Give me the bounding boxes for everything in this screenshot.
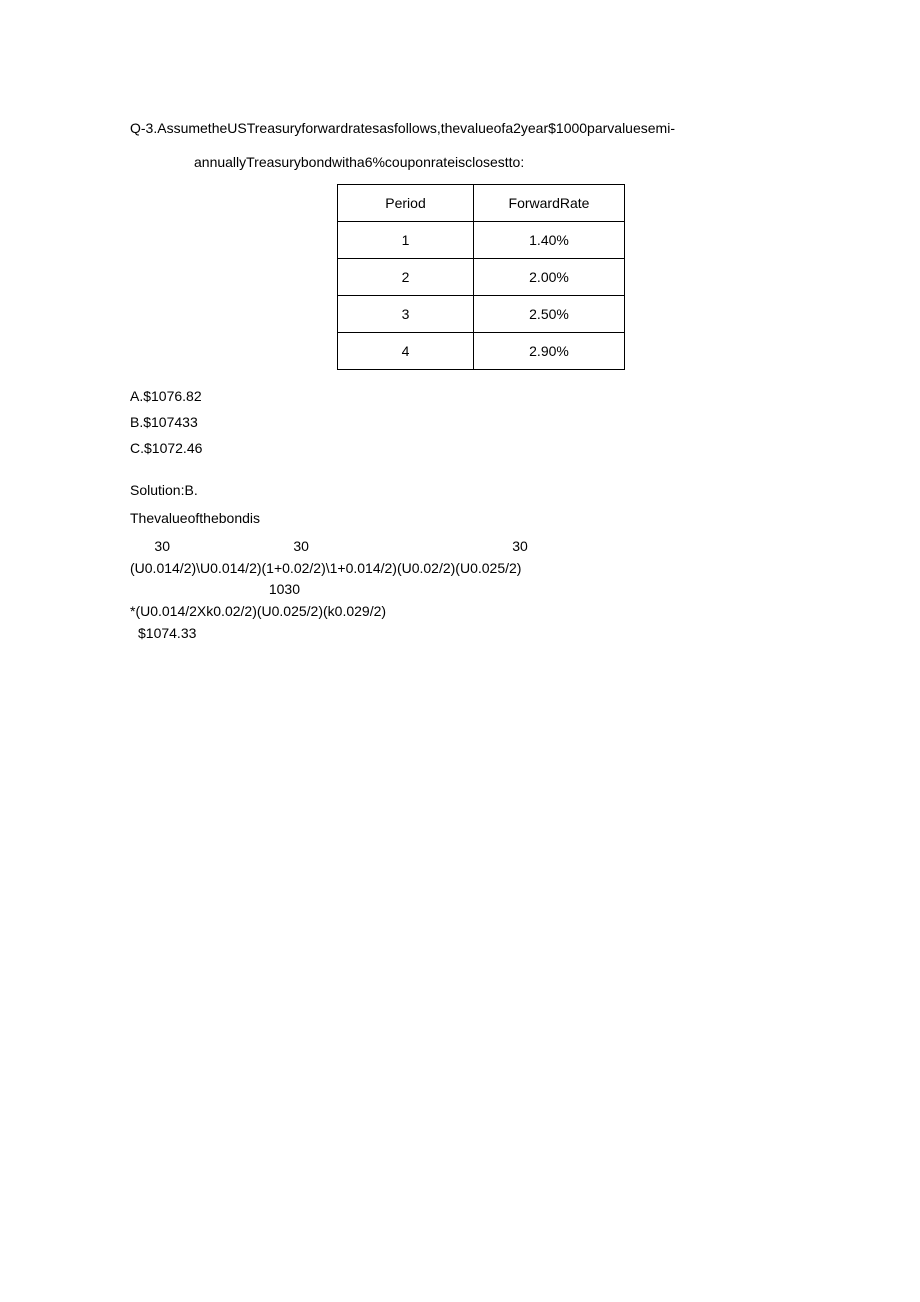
table-row: 3 2.50%: [338, 296, 625, 333]
intro-pre: Thevalue: [130, 510, 188, 526]
table-header-row: Period ForwardRate: [338, 185, 625, 222]
cell-period: 1: [338, 222, 474, 259]
formula-numerator-row-1: 30 30 30: [130, 536, 790, 558]
cell-period: 4: [338, 333, 474, 370]
question-line-2: annuallyTreasurybondwitha6%couponrateisc…: [194, 154, 790, 170]
cell-rate: 2.00%: [474, 259, 625, 296]
answer-a: A.$1076.82: [130, 388, 790, 404]
cell-rate: 2.50%: [474, 296, 625, 333]
num1030: 1030: [130, 579, 300, 601]
intro-bold: of: [188, 510, 200, 526]
formula-result: $1074.33: [130, 623, 790, 645]
num30-b: 30: [174, 536, 309, 558]
table-row: 2 2.00%: [338, 259, 625, 296]
formula-denominator-row-2: *(U0.014/2Xk0.02/2)(U0.025/2)(k0.029/2): [130, 601, 790, 623]
intro-post: thebondis: [199, 510, 260, 526]
cell-period: 3: [338, 296, 474, 333]
answer-choices: A.$1076.82 B.$107433 C.$1072.46: [130, 388, 790, 456]
formula-block: 30 30 30 (U0.014/2)\U0.014/2)(1+0.02/2)\…: [130, 536, 790, 644]
cell-rate: 1.40%: [474, 222, 625, 259]
question-number: Q-3.: [130, 120, 157, 136]
formula-denominator-row-1: (U0.014/2)\U0.014/2)(1+0.02/2)\1+0.014/2…: [130, 558, 790, 580]
solution-label: Solution:B.: [130, 482, 790, 498]
page-content: Q-3.AssumetheUSTreasuryforwardratesasfol…: [0, 0, 920, 644]
table-row: 4 2.90%: [338, 333, 625, 370]
question-text-1: AssumetheUSTreasuryforwardratesasfollows…: [157, 120, 675, 136]
table-header-rate: ForwardRate: [474, 185, 625, 222]
num30-c: 30: [313, 536, 528, 558]
num30-a: 30: [130, 536, 170, 558]
answer-c: C.$1072.46: [130, 440, 790, 456]
table-header-period: Period: [338, 185, 474, 222]
question-line-1: Q-3.AssumetheUSTreasuryforwardratesasfol…: [130, 120, 790, 136]
formula-numerator-row-2: 1030: [130, 579, 790, 601]
cell-rate: 2.90%: [474, 333, 625, 370]
cell-period: 2: [338, 259, 474, 296]
solution-intro: Thevalueofthebondis: [130, 510, 790, 526]
table-row: 1 1.40%: [338, 222, 625, 259]
answer-b: B.$107433: [130, 414, 790, 430]
forward-rate-table: Period ForwardRate 1 1.40% 2 2.00% 3 2.5…: [337, 184, 625, 370]
